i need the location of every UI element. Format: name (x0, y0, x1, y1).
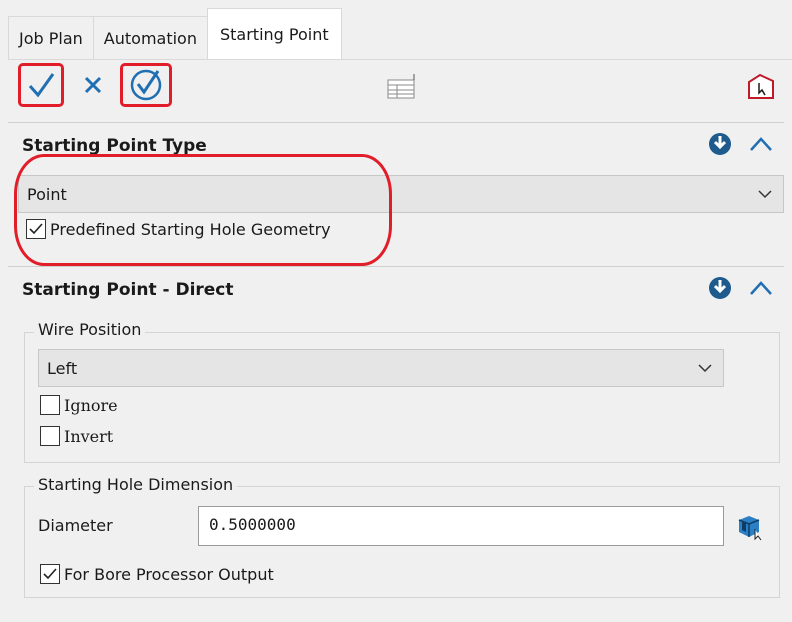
tab-automation[interactable]: Automation (92, 16, 208, 60)
checkmark-icon (28, 73, 55, 98)
starting-point-type-header: Starting Point Type (8, 122, 784, 168)
wire-position-label: Wire Position (34, 320, 146, 339)
header-icons (708, 132, 774, 156)
cube-pick-icon (738, 516, 762, 541)
cancel-button[interactable] (78, 70, 108, 100)
chevron-down-icon (758, 190, 772, 199)
pick-geometry-button[interactable] (735, 512, 767, 544)
table-icon (387, 74, 415, 99)
section-title: Starting Point Type (22, 135, 207, 156)
bore-output-checkbox-row[interactable]: For Bore Processor Output (40, 564, 274, 584)
select-value: Left (47, 358, 78, 378)
tab-bar: Job Plan Automation Starting Point (8, 8, 342, 60)
diameter-input[interactable]: 0.5000000 (198, 506, 724, 546)
collapse-icon[interactable] (748, 278, 774, 298)
apply-button[interactable] (120, 63, 172, 107)
house-cursor-icon (748, 73, 774, 99)
tab-starting-point[interactable]: Starting Point (206, 8, 342, 60)
predefined-hole-checkbox-row[interactable]: Predefined Starting Hole Geometry (26, 219, 331, 239)
collapse-icon[interactable] (748, 134, 774, 154)
point-button[interactable] (744, 70, 778, 102)
select-value: Point (27, 184, 67, 204)
bore-output-checkbox[interactable] (40, 564, 60, 584)
chevron-down-icon (698, 364, 712, 373)
wire-position-select[interactable]: Left (38, 349, 724, 387)
ignore-label: Ignore (64, 395, 118, 415)
tab-job-plan[interactable]: Job Plan (8, 16, 94, 60)
bore-output-label: For Bore Processor Output (64, 564, 274, 584)
section-title-direct: Starting Point - Direct (22, 279, 234, 300)
starting-point-direct-header: Starting Point - Direct (8, 266, 784, 312)
close-icon (84, 76, 102, 94)
ignore-checkbox[interactable] (40, 395, 60, 415)
toolbar (8, 60, 784, 112)
starting-hole-label: Starting Hole Dimension (34, 475, 238, 494)
predefined-hole-label: Predefined Starting Hole Geometry (50, 219, 331, 239)
checkbox-check-icon (43, 568, 57, 580)
ignore-checkbox-row[interactable]: Ignore (40, 395, 118, 415)
checkbox-check-icon (29, 223, 43, 235)
ok-button[interactable] (18, 63, 64, 107)
download-icon[interactable] (708, 276, 732, 300)
invert-checkbox[interactable] (40, 426, 60, 446)
diameter-label: Diameter (38, 516, 113, 535)
header-icons-direct (708, 276, 774, 300)
table-button[interactable] (384, 70, 418, 102)
predefined-hole-checkbox[interactable] (26, 219, 46, 239)
download-icon[interactable] (708, 132, 732, 156)
invert-label: Invert (64, 426, 114, 446)
circle-check-icon (130, 69, 162, 101)
starting-point-type-select[interactable]: Point (18, 175, 784, 213)
invert-checkbox-row[interactable]: Invert (40, 426, 113, 446)
